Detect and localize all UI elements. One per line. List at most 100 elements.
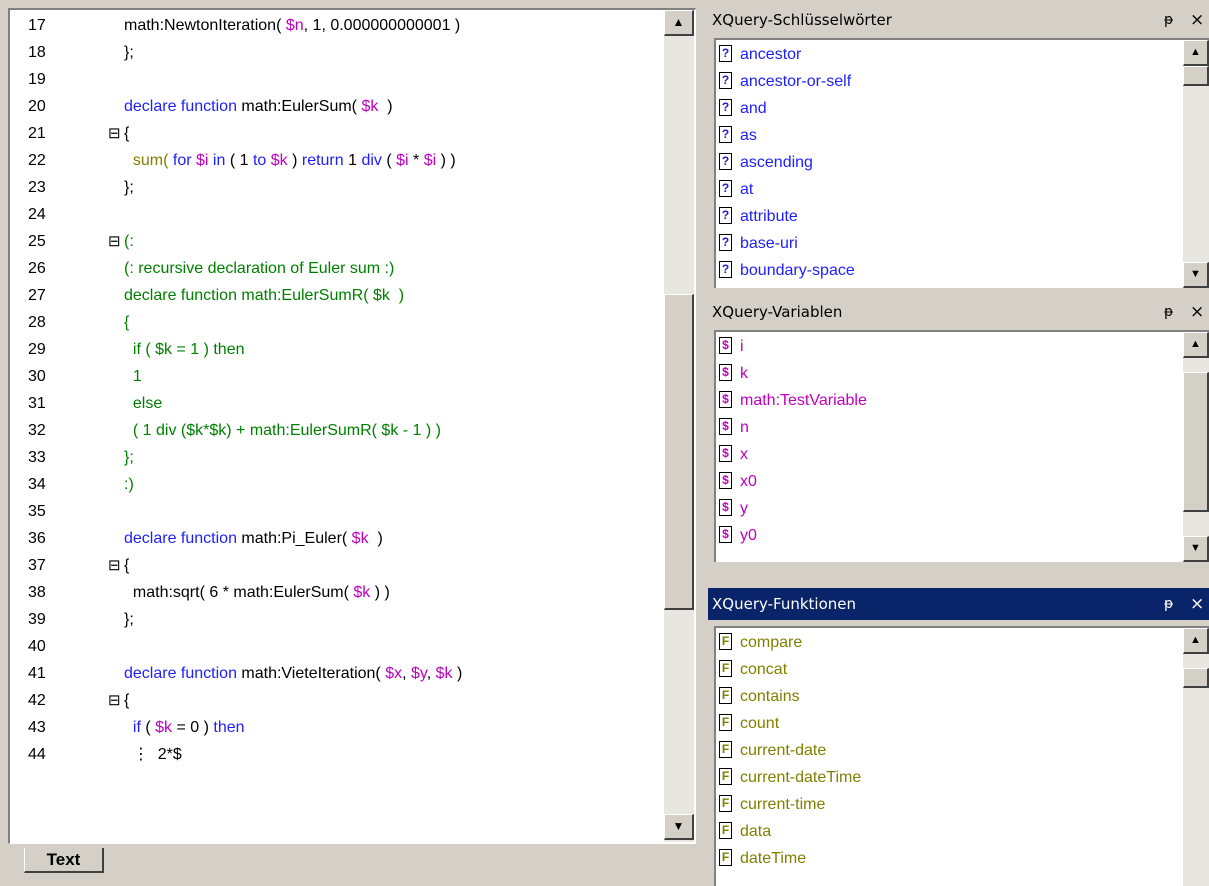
- scroll-thumb[interactable]: [1183, 668, 1209, 688]
- code-token: in: [208, 152, 230, 169]
- code-line[interactable]: 30 1: [10, 363, 670, 390]
- code-line[interactable]: 31 else: [10, 390, 670, 417]
- scroll-thumb[interactable]: [1183, 372, 1209, 512]
- code-line[interactable]: 17 math:NewtonIteration( $n, 1, 0.0000000…: [10, 12, 670, 39]
- variables-list-item[interactable]: $ n: [716, 414, 1186, 441]
- code-line[interactable]: 26 (: recursive declaration of Euler sum …: [10, 255, 670, 282]
- variables-list-item[interactable]: $ y: [716, 495, 1186, 522]
- keywords-list-item[interactable]: ? and: [716, 95, 1186, 122]
- fold-toggle-icon[interactable]: ⊟: [108, 687, 121, 714]
- close-icon[interactable]: ×: [1190, 588, 1204, 620]
- code-line[interactable]: 25 ⊟ (:: [10, 228, 670, 255]
- code-line[interactable]: 27 declare function math:EulerSumR( $k ): [10, 282, 670, 309]
- keywords-list-item[interactable]: ? ancestor: [716, 41, 1186, 68]
- code-line[interactable]: 43 if ( $k = 0 ) then: [10, 714, 670, 741]
- code-line[interactable]: 21 ⊟{: [10, 120, 670, 147]
- keywords-list-item[interactable]: ? at: [716, 176, 1186, 203]
- functions-list-item[interactable]: FdateTime: [716, 845, 1186, 872]
- code-line[interactable]: 34:): [10, 471, 670, 498]
- variables-panel-titlebar[interactable]: XQuery-Variablen ᵽ ×: [708, 298, 1209, 326]
- line-number: 41: [28, 665, 46, 682]
- scroll-down-button[interactable]: ▼: [664, 814, 694, 840]
- editor-frame[interactable]: 17 math:NewtonIteration( $n, 1, 0.0000000…: [8, 8, 696, 844]
- code-line[interactable]: 38 math:sqrt( 6 * math:EulerSum( $k ) ): [10, 579, 670, 606]
- variables-list-item[interactable]: $ y0: [716, 522, 1186, 549]
- code-line[interactable]: 35: [10, 498, 670, 525]
- code-line[interactable]: 29 if ( $k = 1 ) then: [10, 336, 670, 363]
- functions-list-item[interactable]: Fdata: [716, 818, 1186, 845]
- scroll-up-button[interactable]: ▲: [1183, 40, 1209, 66]
- code-line[interactable]: 42 ⊟{: [10, 687, 670, 714]
- scroll-thumb[interactable]: [664, 294, 694, 610]
- keywords-list-item[interactable]: ? attribute: [716, 203, 1186, 230]
- functions-panel-titlebar[interactable]: XQuery-Funktionen ᵽ ×: [708, 588, 1209, 620]
- scroll-up-button[interactable]: ▲: [1183, 628, 1209, 654]
- scroll-down-button[interactable]: ▼: [1183, 536, 1209, 562]
- code-token: };: [124, 44, 134, 61]
- keywords-list-item[interactable]: ? base-uri: [716, 230, 1186, 257]
- code-line[interactable]: 28 {: [10, 309, 670, 336]
- close-icon[interactable]: ×: [1190, 6, 1204, 34]
- scroll-up-button[interactable]: ▲: [664, 10, 694, 36]
- code-token: (: [386, 152, 397, 169]
- code-line[interactable]: 40: [10, 633, 670, 660]
- pin-icon[interactable]: ᵽ: [1164, 588, 1173, 620]
- code-line[interactable]: 19: [10, 66, 670, 93]
- code-line[interactable]: 41 declare function math:VieteIteration( …: [10, 660, 670, 687]
- pin-icon[interactable]: ᵽ: [1164, 298, 1173, 326]
- functions-list-item[interactable]: Fcurrent-date: [716, 737, 1186, 764]
- code-line[interactable]: 44 ⋮ 2*$: [10, 741, 670, 768]
- code-text: (:: [124, 228, 134, 255]
- fold-toggle-icon[interactable]: ⊟: [108, 228, 121, 255]
- close-icon[interactable]: ×: [1190, 298, 1204, 326]
- scroll-up-button[interactable]: ▲: [1183, 332, 1209, 358]
- functions-list-item[interactable]: Fcurrent-time: [716, 791, 1186, 818]
- code-line[interactable]: 39};: [10, 606, 670, 633]
- variables-list-item[interactable]: $ x: [716, 441, 1186, 468]
- functions-panel-title: XQuery-Funktionen: [712, 595, 856, 613]
- functions-list[interactable]: FdateTime Fdata Fcurrent-time Fcurrent-date…: [714, 626, 1209, 886]
- code-token: if ( $k = 1 ) then: [124, 341, 245, 358]
- fold-toggle-icon[interactable]: ⊟: [108, 552, 121, 579]
- fold-toggle-icon[interactable]: ⊟: [108, 120, 121, 147]
- code-token: ( 1 div ($k*$k) + math:EulerSumR( $k - 1…: [124, 422, 441, 439]
- code-line[interactable]: 23};: [10, 174, 670, 201]
- keywords-panel-titlebar[interactable]: XQuery-Schlüsselwörter ᵽ ×: [708, 6, 1209, 34]
- variables-list-item[interactable]: $ x0: [716, 468, 1186, 495]
- editor-vertical-scrollbar[interactable]: ▲ ▼: [664, 10, 694, 842]
- scroll-down-button[interactable]: ▼: [1183, 262, 1209, 288]
- pin-icon[interactable]: ᵽ: [1164, 6, 1173, 34]
- code-line[interactable]: 37 ⊟{: [10, 552, 670, 579]
- keywords-list-item[interactable]: ? ascending: [716, 149, 1186, 176]
- functions-item-label: current-dateTime: [740, 769, 862, 786]
- keywords-list[interactable]: ? boundary-space? base-uri? attribute? at? as…: [714, 38, 1209, 288]
- functions-list-item[interactable]: Fcurrent-dateTime: [716, 764, 1186, 791]
- keywords-list-item[interactable]: ? ancestor-or-self: [716, 68, 1186, 95]
- code-line[interactable]: 20 declare function math:EulerSum( $k ): [10, 93, 670, 120]
- keywords-list-item[interactable]: ? as: [716, 122, 1186, 149]
- functions-list-item[interactable]: Fcount: [716, 710, 1186, 737]
- line-number: 34: [28, 476, 46, 493]
- code-line[interactable]: 24: [10, 201, 670, 228]
- code-line[interactable]: 33};: [10, 444, 670, 471]
- functions-item-label: dateTime: [740, 850, 807, 867]
- variables-list[interactable]: $ y0 $ y $ x0 $ x $ n $ math:TestVariable $ k $ i ▲ ▼: [714, 330, 1209, 562]
- functions-list-item[interactable]: Fconcat: [716, 656, 1186, 683]
- code-token: };: [124, 179, 134, 196]
- scroll-thumb[interactable]: [1183, 66, 1209, 86]
- code-line[interactable]: 18};: [10, 39, 670, 66]
- code-area[interactable]: 17 math:NewtonIteration( $n, 1, 0.0000000…: [10, 10, 670, 843]
- keywords-scrollbar[interactable]: ▲ ▼: [1183, 40, 1209, 288]
- variables-list-item[interactable]: $ i: [716, 333, 1186, 360]
- code-line[interactable]: 32 ( 1 div ($k*$k) + math:EulerSumR( $k …: [10, 417, 670, 444]
- tab-text-view[interactable]: Text: [24, 848, 104, 873]
- keywords-list-item[interactable]: ? boundary-space: [716, 257, 1186, 284]
- variables-list-item[interactable]: $ math:TestVariable: [716, 387, 1186, 414]
- variables-scrollbar[interactable]: ▲ ▼: [1183, 332, 1209, 562]
- functions-scrollbar[interactable]: ▲: [1183, 628, 1209, 886]
- functions-list-item[interactable]: Fcompare: [716, 629, 1186, 656]
- variables-list-item[interactable]: $ k: [716, 360, 1186, 387]
- code-line[interactable]: 22 sum( for $i in ( 1 to $k ) return 1 d…: [10, 147, 670, 174]
- functions-list-item[interactable]: Fcontains: [716, 683, 1186, 710]
- code-line[interactable]: 36 declare function math:Pi_Euler( $k ): [10, 525, 670, 552]
